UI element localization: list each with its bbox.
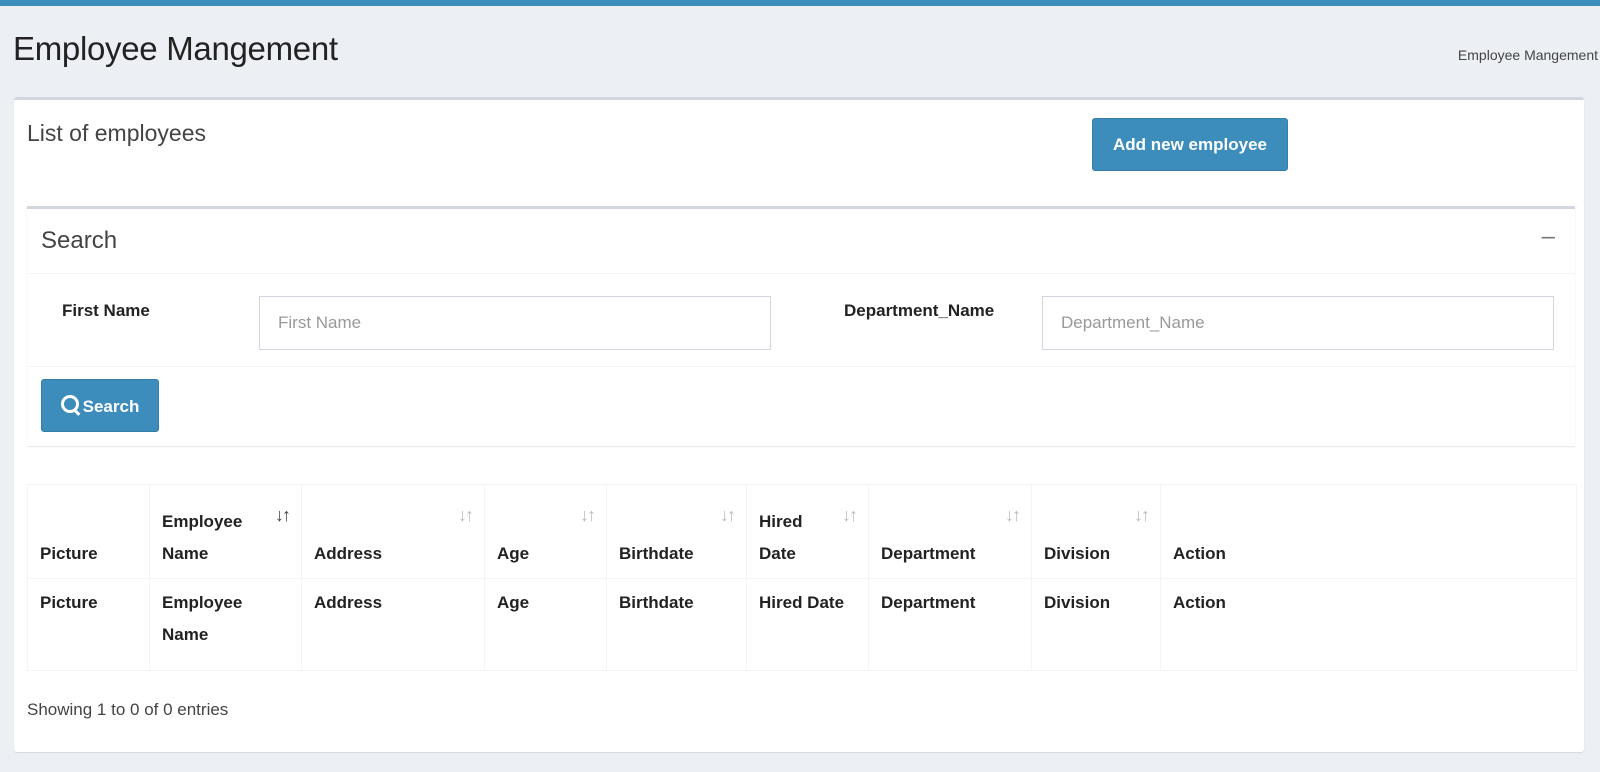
footer-cell-address: Address [301, 578, 485, 671]
box-title: List of employees [27, 120, 206, 146]
sort-icon: ↓↑ [580, 505, 596, 525]
footer-cell-age: Age [484, 578, 607, 671]
footer-cell-department: Department [868, 578, 1032, 671]
sort-icon: ↓↑ [458, 505, 474, 525]
column-header-action: Action [1160, 484, 1577, 579]
top-accent-bar [0, 0, 1600, 6]
page-title: Employee Mangement [13, 30, 338, 67]
first-name-input[interactable] [259, 296, 771, 350]
footer-cell-action: Action [1160, 578, 1577, 671]
sort-asc-icon: ↓↑ [275, 505, 291, 525]
column-header-department[interactable]: Department ↓↑ [868, 484, 1032, 579]
sort-icon: ↓↑ [842, 505, 858, 525]
table-footer-row: Picture Employee Name Address Age Birthd… [27, 578, 1577, 671]
search-panel-header: Search – [27, 209, 1575, 274]
search-button-label: Search [82, 396, 140, 416]
first-name-label: First Name [62, 301, 150, 320]
employee-list-box: List of employees Add new employee Searc… [14, 97, 1584, 752]
search-panel: Search – First Name Department_Name Sear… [27, 206, 1575, 446]
minus-icon[interactable]: – [1542, 223, 1555, 251]
search-button[interactable]: Search [41, 379, 159, 432]
footer-cell-picture: Picture [27, 578, 150, 671]
search-icon [60, 394, 79, 413]
column-header-employee-name[interactable]: Employee Name ↓↑ [149, 484, 302, 579]
footer-cell-employee-name: Employee Name [149, 578, 302, 671]
column-header-hired-date[interactable]: Hired Date ↓↑ [746, 484, 869, 579]
add-employee-button[interactable]: Add new employee [1092, 118, 1288, 171]
sort-icon: ↓↑ [1005, 505, 1021, 525]
sort-icon: ↓↑ [720, 505, 736, 525]
footer-cell-hired-date: Hired Date [746, 578, 869, 671]
table-info: Showing 1 to 0 of 0 entries [27, 700, 229, 719]
column-header-picture: Picture [27, 484, 150, 579]
footer-cell-division: Division [1031, 578, 1161, 671]
search-panel-footer [27, 366, 1575, 447]
employee-table: Picture Employee Name ↓↑ Address ↓↑ Age ↓↑ … [27, 484, 1577, 671]
column-header-division[interactable]: Division ↓↑ [1031, 484, 1161, 579]
column-header-address[interactable]: Address ↓↑ [301, 484, 485, 579]
breadcrumb[interactable]: Employee Mangement [1458, 47, 1598, 63]
table-header-row: Picture Employee Name ↓↑ Address ↓↑ Age ↓↑ … [27, 484, 1577, 579]
sort-icon: ↓↑ [1134, 505, 1150, 525]
column-header-age[interactable]: Age ↓↑ [484, 484, 607, 579]
column-header-birthdate[interactable]: Birthdate ↓↑ [606, 484, 747, 579]
department-name-input[interactable] [1042, 296, 1554, 350]
department-name-label: Department_Name [844, 301, 995, 320]
footer-cell-birthdate: Birthdate [606, 578, 747, 671]
search-panel-title: Search [41, 227, 118, 254]
